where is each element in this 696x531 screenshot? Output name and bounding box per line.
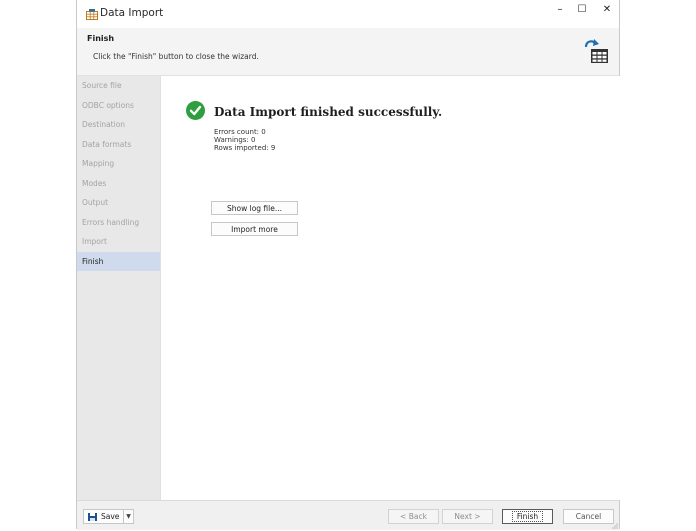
wizard-steps-sidebar: Source file ODBC options Destination Dat…	[77, 76, 161, 500]
next-button[interactable]: Next >	[442, 509, 493, 524]
save-label: Save	[101, 512, 120, 521]
resize-grip-icon[interactable]	[612, 523, 618, 529]
table-icon	[86, 9, 98, 20]
import-arrow-table-icon	[584, 39, 608, 63]
import-more-button[interactable]: Import more	[211, 222, 298, 236]
warnings-count: Warnings: 0	[214, 136, 256, 144]
save-button[interactable]: Save	[83, 509, 127, 524]
finish-button[interactable]: Finish	[502, 509, 553, 524]
sidebar-item-output[interactable]: Output	[77, 193, 160, 213]
show-log-file-button[interactable]: Show log file...	[211, 201, 298, 215]
sidebar-item-data-formats[interactable]: Data formats	[77, 135, 160, 155]
sidebar-item-modes[interactable]: Modes	[77, 174, 160, 194]
maximize-button[interactable]: ☐	[575, 4, 589, 18]
rows-imported: Rows imported: 9	[214, 144, 276, 152]
main-content: Data Import finished successfully. Error…	[161, 76, 620, 500]
sidebar-item-odbc-options[interactable]: ODBC options	[77, 96, 160, 116]
close-button[interactable]: ✕	[600, 4, 614, 18]
finish-label: Finish	[511, 511, 544, 522]
minimize-button[interactable]: –	[553, 4, 567, 18]
save-dropdown-button[interactable]: ▼	[123, 509, 134, 524]
sidebar-item-source-file[interactable]: Source file	[77, 76, 160, 96]
page-description: Click the "Finish" button to close the w…	[93, 52, 259, 61]
status-title: Data Import finished successfully.	[214, 105, 443, 119]
cancel-button[interactable]: Cancel	[563, 509, 614, 524]
back-button[interactable]: < Back	[388, 509, 439, 524]
window-title: Data Import	[100, 7, 164, 19]
title-bar: Data Import – ☐ ✕	[77, 0, 619, 28]
sidebar-item-destination[interactable]: Destination	[77, 115, 160, 135]
sidebar-item-mapping[interactable]: Mapping	[77, 154, 160, 174]
floppy-disk-icon	[88, 513, 97, 521]
data-import-window: Data Import – ☐ ✕ Finish Click the "Fini…	[76, 0, 620, 530]
sidebar-item-import[interactable]: Import	[77, 232, 160, 252]
wizard-header: Finish Click the "Finish" button to clos…	[77, 28, 619, 76]
check-circle-icon	[186, 101, 205, 120]
wizard-footer: Save ▼ < Back Next > Finish Cancel	[77, 500, 619, 530]
errors-count: Errors count: 0	[214, 128, 266, 136]
caret-down-icon: ▼	[126, 513, 131, 520]
sidebar-item-finish[interactable]: Finish	[77, 251, 160, 271]
page-title: Finish	[87, 34, 115, 43]
sidebar-item-errors-handling[interactable]: Errors handling	[77, 213, 160, 233]
